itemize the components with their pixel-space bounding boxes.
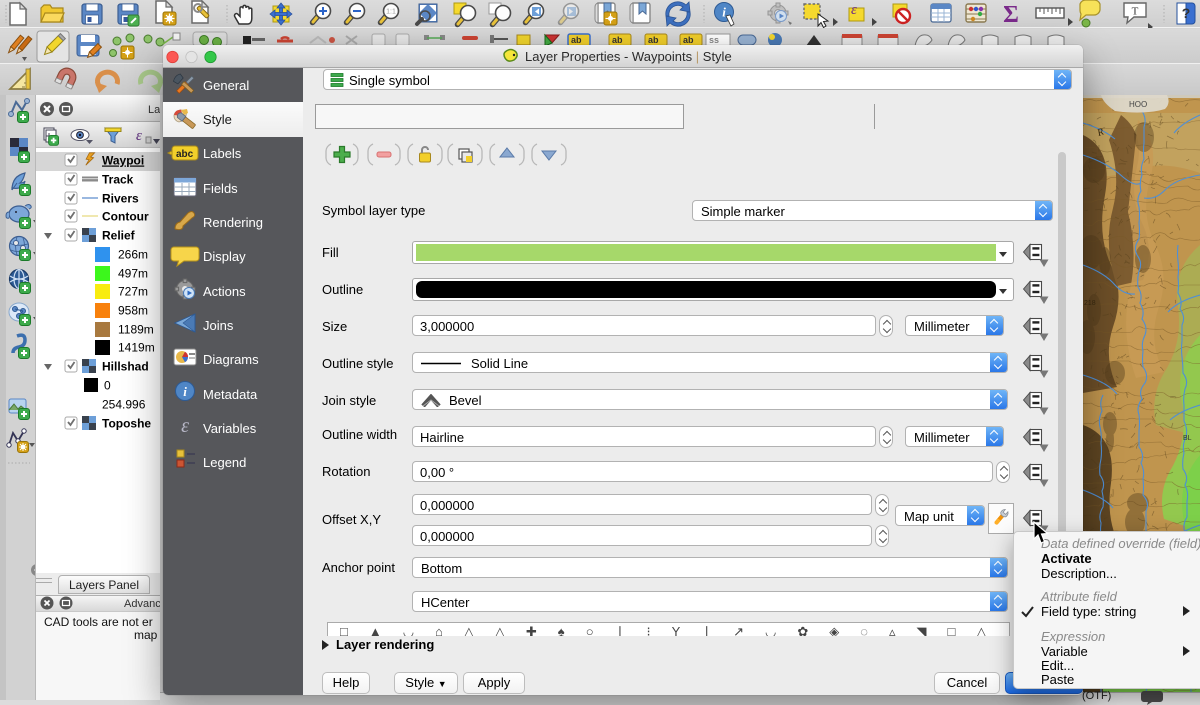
svg-text:ε: ε <box>181 415 189 437</box>
svg-text:Actions: Actions <box>203 284 246 299</box>
svg-text:Fields: Fields <box>203 181 238 196</box>
svg-text:ab: ab <box>648 35 659 45</box>
svg-text:ab: ab <box>571 35 582 45</box>
svg-text:T: T <box>1132 6 1139 18</box>
svg-text:i: i <box>183 384 187 399</box>
svg-text:727m: 727m <box>118 285 148 299</box>
svg-text:Σ: Σ <box>1003 2 1019 28</box>
svg-text:ab: ab <box>612 35 623 45</box>
svg-text:ε: ε <box>851 2 857 18</box>
svg-text:Legend: Legend <box>203 455 246 470</box>
svg-text:General: General <box>203 78 249 93</box>
svg-text:Toposhe: Toposhe <box>102 417 151 431</box>
svg-text:Rendering: Rendering <box>203 215 263 230</box>
svg-text:497m: 497m <box>118 267 148 281</box>
svg-text:Metadata: Metadata <box>203 387 258 402</box>
svg-text:Track: Track <box>102 173 134 187</box>
svg-text:ss: ss <box>709 35 719 45</box>
svg-text:Advance: Advance <box>124 598 160 610</box>
svg-text:ε: ε <box>136 128 142 144</box>
svg-text:?: ? <box>1182 5 1191 21</box>
svg-text:ab: ab <box>683 35 694 45</box>
svg-text:Display: Display <box>203 249 246 264</box>
svg-text:La: La <box>148 104 160 116</box>
svg-text:Layer Properties - Waypoints |: Layer Properties - Waypoints | Style <box>525 49 732 64</box>
svg-text:Diagrams: Diagrams <box>203 352 259 367</box>
svg-text:958m: 958m <box>118 304 148 318</box>
svg-text:218: 218 <box>1084 300 1096 307</box>
svg-text:Style: Style <box>203 112 232 127</box>
svg-text:Waypoi: Waypoi <box>102 154 144 168</box>
svg-text:HOO: HOO <box>1129 100 1147 109</box>
svg-text:1:1: 1:1 <box>386 9 396 16</box>
svg-text:266m: 266m <box>118 248 148 262</box>
svg-text:Relief: Relief <box>102 229 136 243</box>
svg-text:0: 0 <box>104 379 111 393</box>
svg-text:i: i <box>722 5 726 20</box>
svg-text:abc: abc <box>176 149 194 160</box>
svg-text:Contour: Contour <box>102 210 149 224</box>
svg-text:Joins: Joins <box>203 318 234 333</box>
svg-text:Rivers: Rivers <box>102 192 139 206</box>
svg-text:Hillshad: Hillshad <box>102 360 149 374</box>
svg-text:254.996: 254.996 <box>102 398 146 412</box>
svg-text:1189m: 1189m <box>118 323 154 337</box>
svg-text:Labels: Labels <box>203 146 242 161</box>
svg-text:1419m: 1419m <box>118 341 155 355</box>
svg-text:BL: BL <box>1183 435 1192 442</box>
svg-text:Variables: Variables <box>203 421 257 436</box>
